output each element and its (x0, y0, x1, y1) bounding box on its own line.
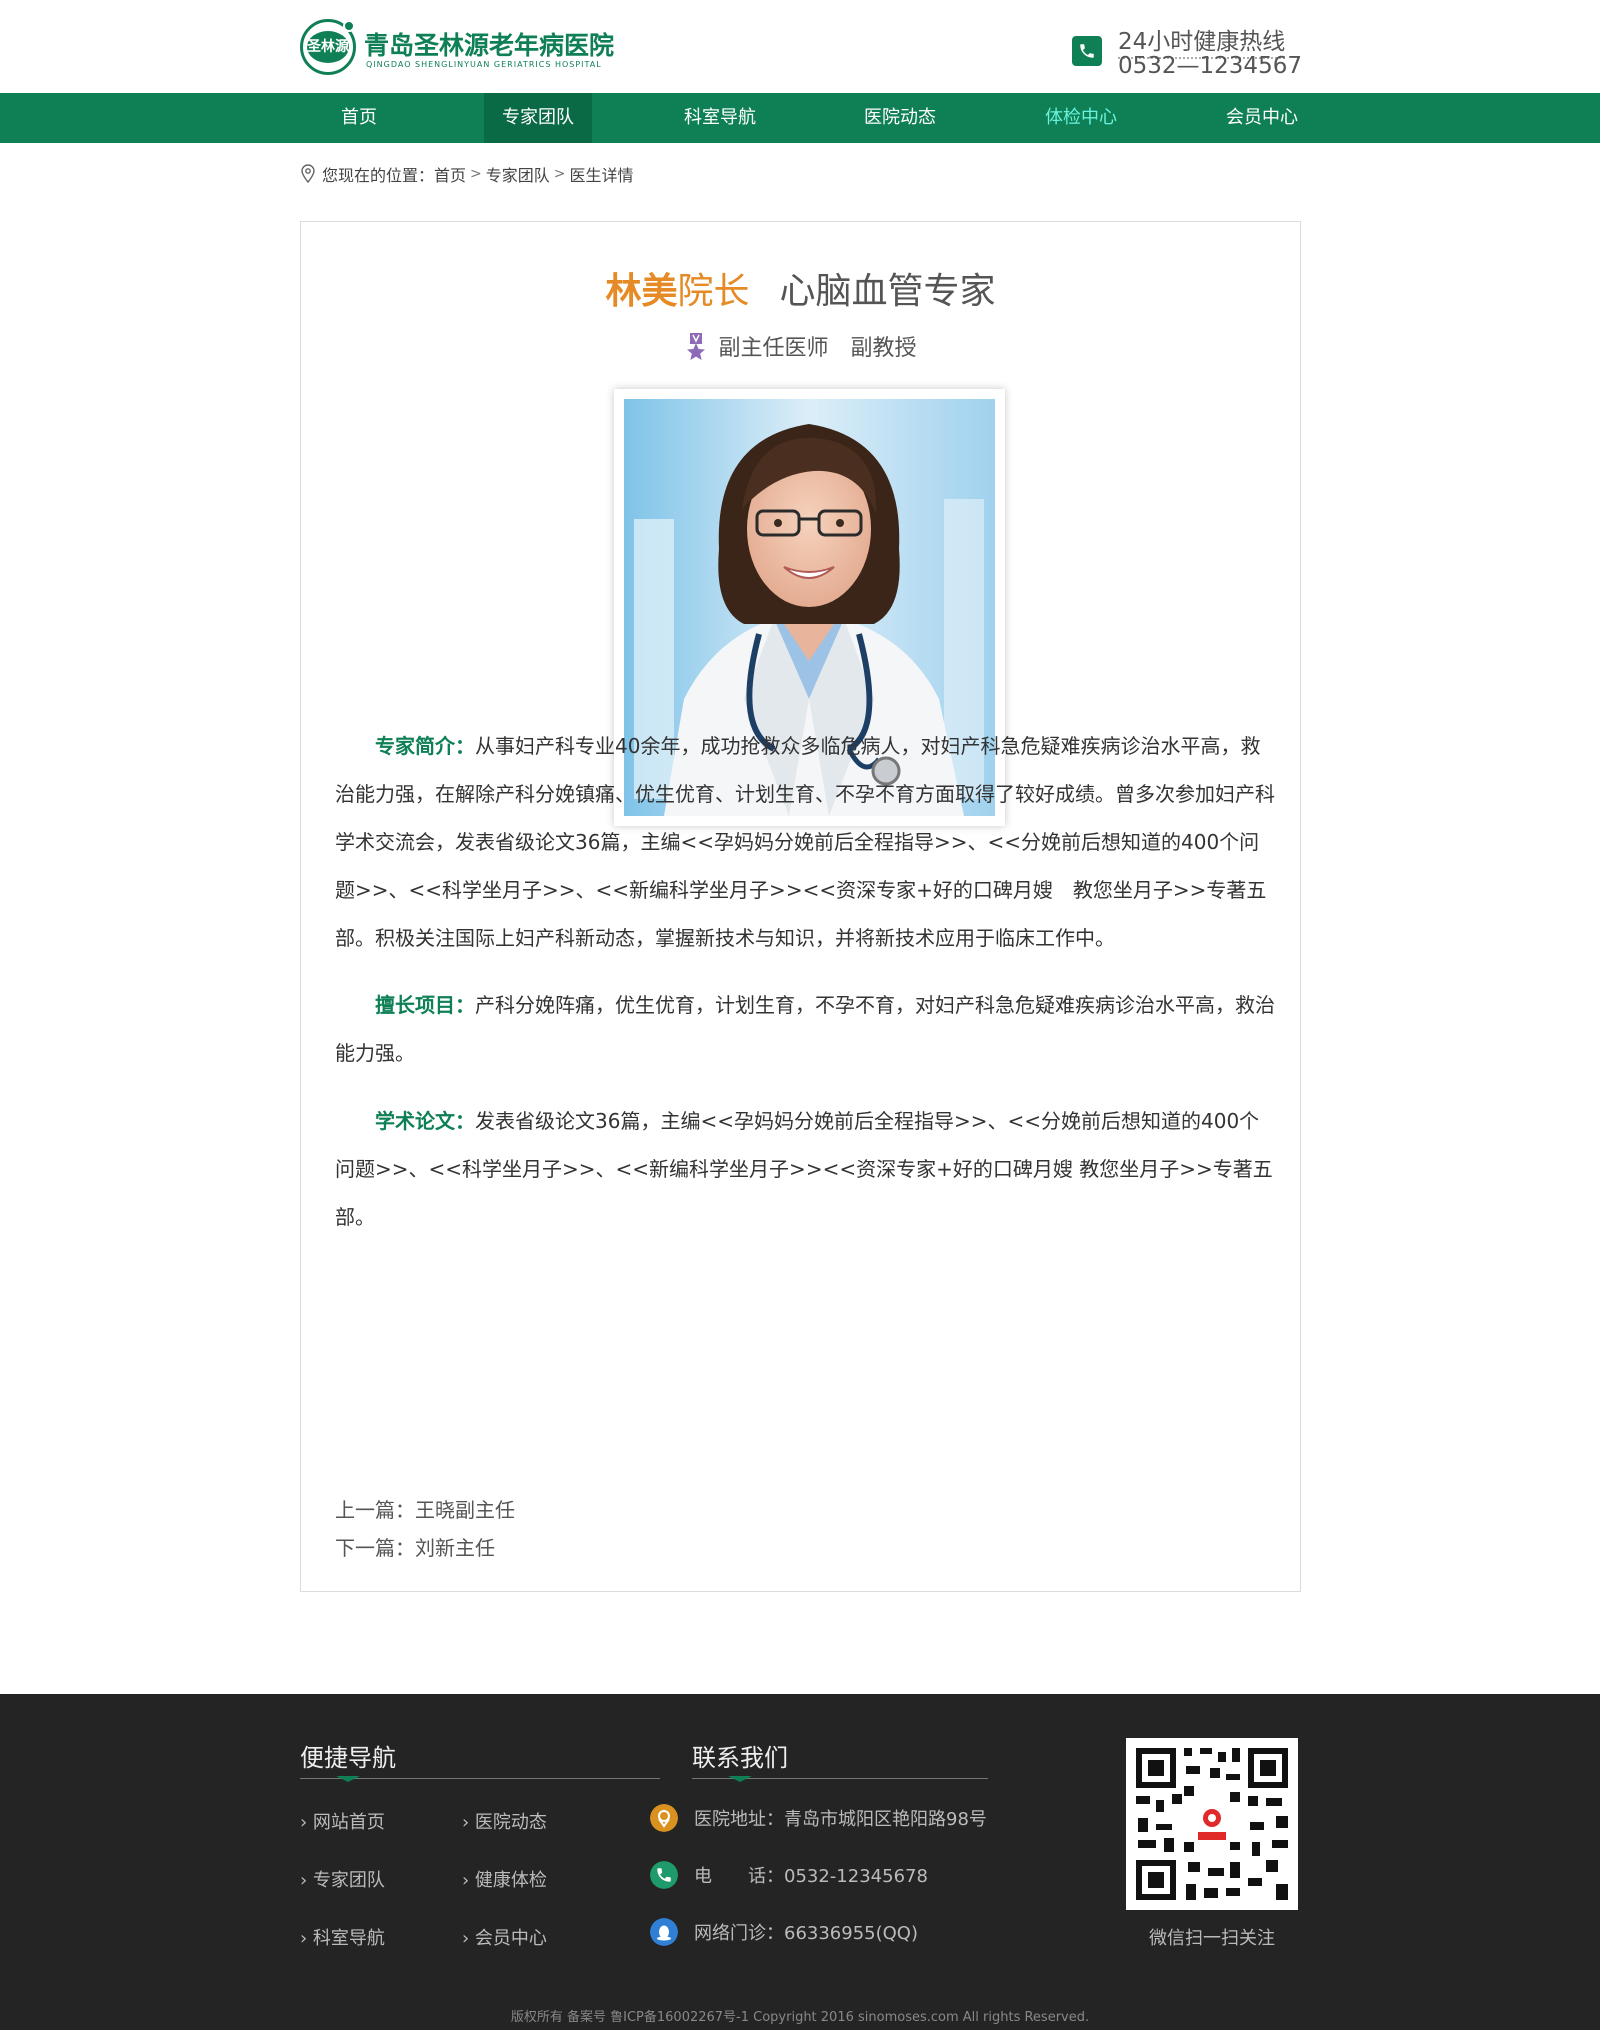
site-footer: 便捷导航 › 网站首页 › 专家团队 › 科室导航 › 医院动态 › 健康体检 … (0, 1694, 1600, 2030)
wechat-qr-code[interactable] (1126, 1738, 1298, 1910)
hospital-name-en: QINGDAO SHENGLINYUAN GERIATRICS HOSPITAL (366, 60, 602, 69)
footer-link-departments-label: 科室导航 (312, 1928, 385, 1949)
nav-item-members[interactable]: 会员中心 (1208, 93, 1316, 143)
location-pin-icon (650, 1804, 678, 1832)
doctor-titles: 副主任医师 副教授 (301, 330, 1300, 364)
doctor-heading: 林美院长 心脑血管专家 (301, 262, 1300, 314)
papers-section: 学术论文：发表省级论文36篇，主编<<孕妈妈分娩前后全程指导>>、<<分娩前后想… (335, 1097, 1278, 1241)
phone-icon (1072, 36, 1102, 66)
nav-item-news[interactable]: 医院动态 (846, 93, 954, 143)
footer-link-experts[interactable]: › 专家团队 (300, 1866, 385, 1892)
rule-marker-icon (336, 1776, 360, 1782)
quick-nav-title: 便捷导航 (300, 1744, 396, 1772)
doctor-name: 林美 (605, 271, 678, 312)
prev-article-link[interactable]: 上一篇：王晓副主任 (335, 1494, 515, 1523)
footer-link-news-label: 医院动态 (474, 1812, 547, 1833)
intro-section: 专家简介：从事妇产科专业40余年，成功抢救众多临危病人，对妇产科急危疑难疾病诊治… (335, 722, 1278, 962)
footer-link-members-label: 会员中心 (474, 1928, 547, 1949)
hotline-number: 0532—1234567 (1118, 53, 1302, 79)
phone-icon (650, 1861, 678, 1889)
breadcrumb-experts[interactable]: 专家团队 (486, 162, 550, 186)
footer-link-checkup-label: 健康体检 (474, 1870, 547, 1891)
contact-title: 联系我们 (692, 1744, 788, 1772)
footer-link-home[interactable]: › 网站首页 (300, 1808, 385, 1834)
nav-item-experts[interactable]: 专家团队 (484, 93, 592, 143)
breadcrumb-current: 医生详情 (569, 166, 634, 185)
contact-phone: 电 话：0532-12345678 (650, 1861, 928, 1889)
doctor-detail-panel: 林美院长 心脑血管专家 副主任医师 副教授 专家简介：从事妇产科专业40余年，成… (300, 221, 1301, 1592)
hospital-name[interactable]: 青岛圣林源老年病医院 (364, 26, 614, 62)
chevron-right-icon: > (470, 166, 482, 182)
contact-phone-text: 电 话：0532-12345678 (694, 1866, 928, 1887)
contact-address-text: 医院地址：青岛市城阳区艳阳路98号 (694, 1809, 987, 1830)
site-header: 圣林源 青岛圣林源老年病医院 QINGDAO SHENGLINYUAN GERI… (300, 0, 1302, 93)
nav-item-home[interactable]: 首页 (305, 93, 413, 143)
main-nav: 首页 专家团队 科室导航 医院动态 体检中心 会员中心 (0, 93, 1600, 143)
contact-qq: 网络门诊：66336955(QQ) (650, 1918, 918, 1946)
nav-item-departments[interactable]: 科室导航 (666, 93, 774, 143)
intro-label: 专家简介： (375, 734, 475, 758)
papers-text: 发表省级论文36篇，主编<<孕妈妈分娩前后全程指导>>、<<分娩前后想知道的40… (335, 1109, 1273, 1229)
qr-caption: 微信扫一扫关注 (1149, 1928, 1275, 1949)
breadcrumb-prefix: 您现在的位置： (322, 166, 435, 185)
footer-link-checkup[interactable]: › 健康体检 (462, 1866, 547, 1892)
chevron-right-icon: > (553, 166, 566, 182)
doctor-specialty: 心脑血管专家 (779, 271, 996, 312)
doctor-title-2: 副教授 (850, 336, 917, 361)
location-icon (301, 164, 315, 184)
next-article-link[interactable]: 下一篇：刘新主任 (335, 1532, 495, 1561)
medal-icon (687, 333, 706, 360)
footer-link-home-label: 网站首页 (312, 1812, 385, 1833)
footer-link-experts-label: 专家团队 (312, 1870, 385, 1891)
footer-link-departments[interactable]: › 科室导航 (300, 1924, 385, 1950)
footer-link-news[interactable]: › 医院动态 (462, 1808, 547, 1834)
doctor-title-1: 副主任医师 (718, 336, 829, 361)
contact-address: 医院地址：青岛市城阳区艳阳路98号 (650, 1804, 987, 1832)
doctor-role: 院长 (677, 271, 750, 312)
hospital-logo[interactable]: 圣林源 (300, 19, 356, 75)
intro-text: 从事妇产科专业40余年，成功抢救众多临危病人，对妇产科急危疑难疾病诊治水平高，救… (335, 734, 1275, 950)
logo-mark: 圣林源 (307, 31, 349, 63)
footer-link-members[interactable]: › 会员中心 (462, 1924, 547, 1950)
nav-item-checkup[interactable]: 体检中心 (1027, 93, 1135, 143)
contact-qq-text: 网络门诊：66336955(QQ) (694, 1923, 918, 1944)
main-nav-inner: 首页 专家团队 科室导航 医院动态 体检中心 会员中心 (300, 93, 1300, 143)
expertise-text: 产科分娩阵痛，优生优育，计划生育，不孕不育，对妇产科急危疑难疾病诊治水平高，救治… (335, 993, 1275, 1065)
copyright: 版权所有 备案号 鲁ICP备16002267号-1 Copyright 2016… (510, 2010, 1090, 2025)
papers-label: 学术论文： (375, 1109, 475, 1133)
logo-dot (343, 20, 355, 32)
qq-icon (650, 1918, 678, 1946)
rule-marker-icon (728, 1776, 752, 1782)
expertise-label: 擅长项目： (375, 993, 475, 1017)
expertise-section: 擅长项目：产科分娩阵痛，优生优育，计划生育，不孕不育，对妇产科急危疑难疾病诊治水… (335, 981, 1278, 1077)
breadcrumb: 您现在的位置： 首页 > 专家团队 > 医生详情 (300, 162, 634, 186)
breadcrumb-home[interactable]: 首页 (434, 162, 466, 186)
